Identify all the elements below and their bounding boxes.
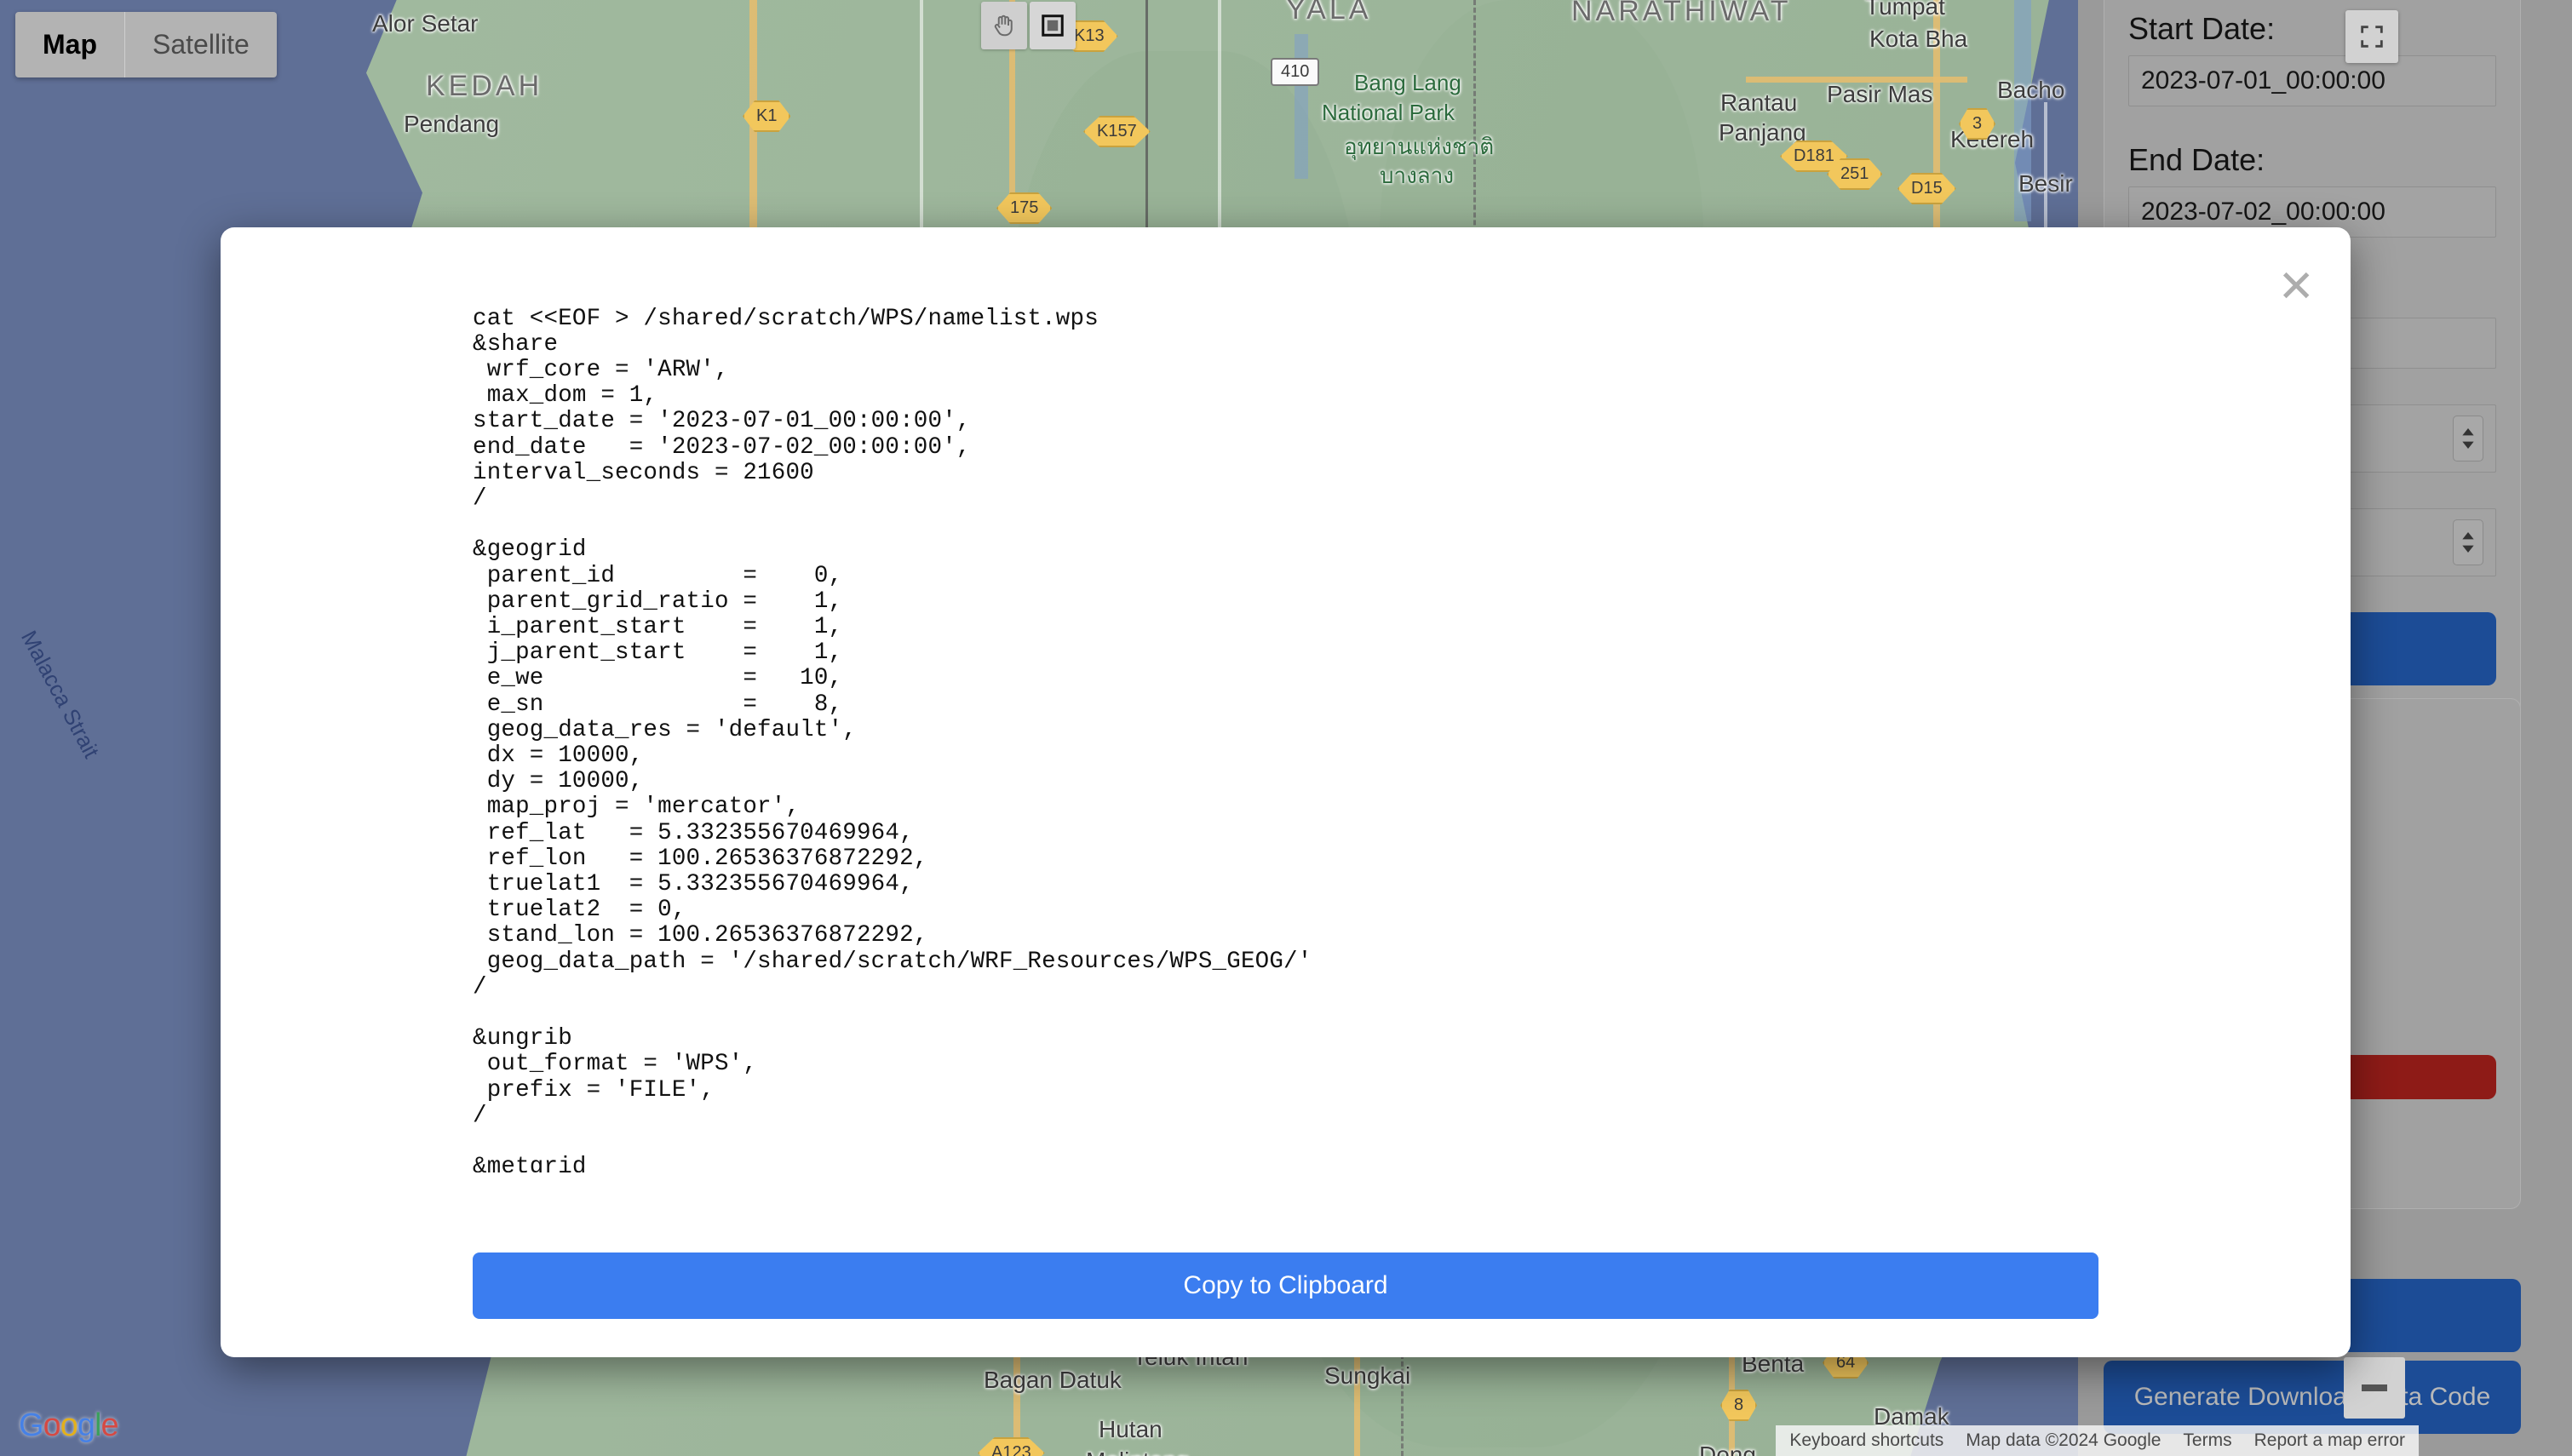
- report-map-error-link[interactable]: Report a map error: [2254, 1430, 2405, 1451]
- map-draw-control[interactable]: [981, 2, 1076, 49]
- map-place-label: Pendang: [404, 111, 500, 137]
- map-place-label: บางลาง: [1380, 163, 1455, 188]
- map-road-minor: [1218, 0, 1221, 238]
- stepper-arrows-icon[interactable]: [2453, 416, 2483, 461]
- hand-pan-icon[interactable]: [981, 2, 1027, 49]
- logo-letter: e: [100, 1407, 118, 1443]
- map-place-label: Alor Setar: [372, 10, 479, 37]
- map-place-label: Pasir Mas: [1827, 81, 1933, 107]
- google-logo: Google: [19, 1407, 119, 1444]
- start-date-input[interactable]: 2023-07-01_00:00:00: [2128, 55, 2496, 106]
- terms-link[interactable]: Terms: [2183, 1430, 2231, 1451]
- map-place-label: Sungkai: [1324, 1362, 1411, 1389]
- map-place-label: Kota Bha: [1869, 26, 1968, 52]
- keyboard-shortcuts-link[interactable]: Keyboard shortcuts: [1789, 1430, 1943, 1451]
- logo-letter: G: [19, 1407, 44, 1443]
- map-place-label: Hutan: [1099, 1416, 1163, 1442]
- map-admin-border: [1473, 0, 1476, 255]
- minus-glyph: [2362, 1384, 2387, 1391]
- generate-download-data-code-button[interactable]: Generate Download Data Code: [2104, 1361, 2521, 1434]
- map-route-shield: 410: [1271, 58, 1320, 86]
- start-date-label: Start Date:: [2128, 11, 2276, 46]
- map-border: [1145, 0, 1148, 247]
- fullscreen-icon[interactable]: [2345, 10, 2398, 63]
- map-type-control[interactable]: Map Satellite: [15, 12, 277, 77]
- map-place-label: Tumpat: [1865, 0, 1945, 20]
- map-place-label: National Park: [1322, 100, 1455, 125]
- zoom-out-icon[interactable]: [2344, 1357, 2405, 1419]
- close-icon[interactable]: ✕: [2277, 265, 2315, 309]
- map-type-satellite-button[interactable]: Satellite: [125, 12, 277, 77]
- map-type-map-button[interactable]: Map: [15, 12, 125, 77]
- map-road-minor: [920, 0, 923, 255]
- namelist-code-modal: ✕ cat <<EOF > /shared/scratch/WPS/nameli…: [221, 227, 2351, 1357]
- map-place-label: Panjang: [1719, 119, 1806, 146]
- stepper-arrows-icon[interactable]: [2453, 519, 2483, 565]
- map-place-label: KEDAH: [426, 70, 543, 102]
- map-place-label: Bang Lang: [1354, 70, 1461, 95]
- map-data-credit: Map data ©2024 Google: [1966, 1430, 2162, 1450]
- map-place-label: Melintang: [1086, 1447, 1189, 1456]
- map-place-label: Dong: [1699, 1442, 1756, 1456]
- copy-to-clipboard-button[interactable]: Copy to Clipboard: [473, 1253, 2098, 1319]
- map-place-label: YALA: [1286, 0, 1372, 26]
- map-place-label: Bacho: [1997, 77, 2065, 103]
- end-date-label: End Date:: [2128, 142, 2265, 177]
- namelist-code-block: cat <<EOF > /shared/scratch/WPS/namelist…: [473, 306, 1312, 1172]
- rectangle-draw-icon[interactable]: [1030, 2, 1076, 49]
- map-place-label: Bagan Datuk: [984, 1367, 1122, 1393]
- logo-letter: o: [43, 1407, 61, 1443]
- app-root: Map Satellite Google Keyboard shortcuts …: [0, 0, 2572, 1456]
- logo-letter: g: [77, 1407, 95, 1443]
- map-river: [1295, 34, 1308, 179]
- logo-letter: o: [60, 1407, 78, 1443]
- map-place-label: NARATHIWAT: [1571, 0, 1792, 27]
- map-attribution: Keyboard shortcuts Map data ©2024 Google…: [1776, 1425, 2419, 1456]
- map-place-label: Rantau: [1720, 89, 1798, 116]
